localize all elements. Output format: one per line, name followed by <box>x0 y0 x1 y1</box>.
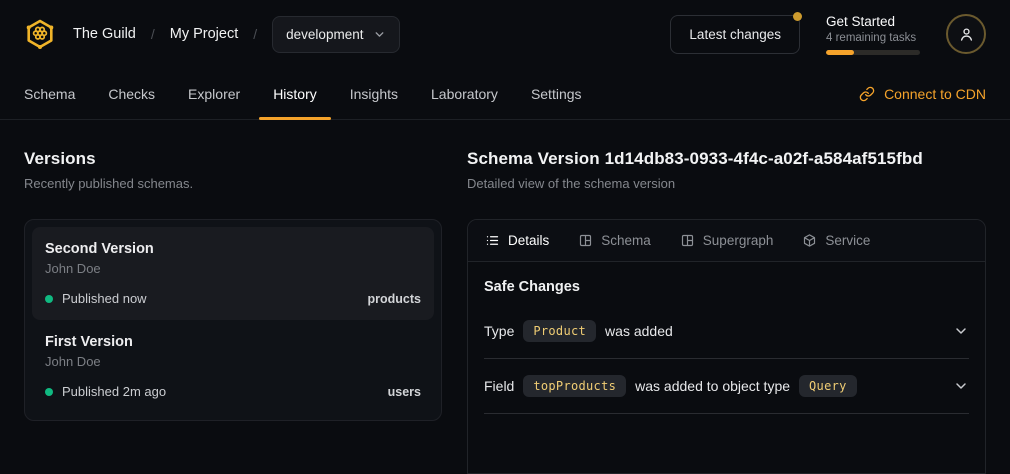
list-icon <box>485 233 500 248</box>
version-name: First Version <box>45 334 421 350</box>
breadcrumb-separator: / <box>151 26 155 42</box>
breadcrumb: The Guild / My Project / development <box>24 16 400 53</box>
get-started-title: Get Started <box>826 14 920 29</box>
detail-tabs: Details Schema Sup <box>468 220 985 262</box>
detail-panel-body: Safe Changes Type Product was added <box>468 262 985 414</box>
tab-details-label: Details <box>508 233 549 248</box>
change-prefix: Type <box>484 323 514 339</box>
app-header: The Guild / My Project / development Lat… <box>0 0 1010 68</box>
get-started-progress-fill <box>826 50 854 55</box>
version-list-item[interactable]: First Version John Doe Published 2m ago … <box>32 320 434 413</box>
version-published: Published now <box>62 291 147 306</box>
breadcrumb-project[interactable]: My Project <box>170 26 239 42</box>
versions-subtitle: Recently published schemas. <box>24 176 442 191</box>
user-avatar[interactable] <box>946 14 986 54</box>
cube-icon <box>802 233 817 248</box>
schema-version-panel: Details Schema Sup <box>467 219 986 474</box>
version-list-item[interactable]: Second Version John Doe Published now pr… <box>32 227 434 320</box>
columns-icon <box>680 233 695 248</box>
change-prefix: Field <box>484 378 514 394</box>
tab-insights[interactable]: Insights <box>350 68 398 119</box>
code-chip: topProducts <box>523 375 626 397</box>
latest-changes-button[interactable]: Latest changes <box>670 15 800 54</box>
version-name: Second Version <box>45 241 421 257</box>
tab-history[interactable]: History <box>273 68 317 119</box>
chevron-down-icon <box>953 378 969 394</box>
safe-changes-title: Safe Changes <box>484 279 969 295</box>
version-list: Second Version John Doe Published now pr… <box>24 219 442 421</box>
published-status-dot <box>45 295 53 303</box>
versions-column: Versions Recently published schemas. Sec… <box>24 120 442 474</box>
code-chip: Query <box>799 375 857 397</box>
schema-version-title: Schema Version 1d14db83-0933-4f4c-a02f-a… <box>467 149 986 169</box>
change-row[interactable]: Field topProducts was added to object ty… <box>484 359 969 414</box>
tab-supergraph-label: Supergraph <box>703 233 774 248</box>
tab-checks[interactable]: Checks <box>108 68 155 119</box>
tab-schema-view-label: Schema <box>601 233 651 248</box>
hive-logo-icon[interactable] <box>24 18 56 50</box>
connect-to-cdn-label: Connect to CDN <box>884 86 986 102</box>
tab-laboratory[interactable]: Laboratory <box>431 68 498 119</box>
main-content: Versions Recently published schemas. Sec… <box>0 120 1010 474</box>
tab-details[interactable]: Details <box>485 233 549 248</box>
project-navbar: Schema Checks Explorer History Insights … <box>0 68 1010 120</box>
tab-schema-view[interactable]: Schema <box>578 233 651 248</box>
code-chip: Product <box>523 320 596 342</box>
breadcrumb-separator: / <box>253 26 257 42</box>
chevron-down-icon <box>373 28 386 41</box>
change-suffix: was added <box>605 323 673 339</box>
get-started-subtitle: 4 remaining tasks <box>826 32 920 44</box>
columns-icon <box>578 233 593 248</box>
tab-schema[interactable]: Schema <box>24 68 75 119</box>
version-service: users <box>388 385 421 399</box>
changes-list: Type Product was added Field topProducts <box>484 304 969 414</box>
version-author: John Doe <box>45 354 421 369</box>
chevron-down-icon <box>953 323 969 339</box>
latest-changes-label: Latest changes <box>689 27 781 42</box>
change-row[interactable]: Type Product was added <box>484 304 969 359</box>
notification-dot <box>793 12 802 21</box>
version-service: products <box>368 292 421 306</box>
tab-supergraph[interactable]: Supergraph <box>680 233 774 248</box>
tab-explorer[interactable]: Explorer <box>188 68 240 119</box>
schema-version-column: Schema Version 1d14db83-0933-4f4c-a02f-a… <box>467 120 986 474</box>
get-started-progressbar <box>826 50 920 55</box>
version-published: Published 2m ago <box>62 384 166 399</box>
breadcrumb-org[interactable]: The Guild <box>73 26 136 42</box>
nav-tabs: Schema Checks Explorer History Insights … <box>24 68 582 119</box>
user-icon <box>957 25 976 44</box>
target-selector-value: development <box>286 27 363 42</box>
tab-service-label: Service <box>825 233 870 248</box>
connect-to-cdn-link[interactable]: Connect to CDN <box>859 86 986 102</box>
versions-title: Versions <box>24 149 442 169</box>
version-author: John Doe <box>45 261 421 276</box>
tab-settings[interactable]: Settings <box>531 68 582 119</box>
change-middle: was added to object type <box>635 378 790 394</box>
target-selector[interactable]: development <box>272 16 400 53</box>
schema-version-subtitle: Detailed view of the schema version <box>467 176 986 191</box>
tab-service[interactable]: Service <box>802 233 870 248</box>
link-icon <box>859 86 875 102</box>
published-status-dot <box>45 388 53 396</box>
get-started-widget[interactable]: Get Started 4 remaining tasks <box>826 14 920 55</box>
